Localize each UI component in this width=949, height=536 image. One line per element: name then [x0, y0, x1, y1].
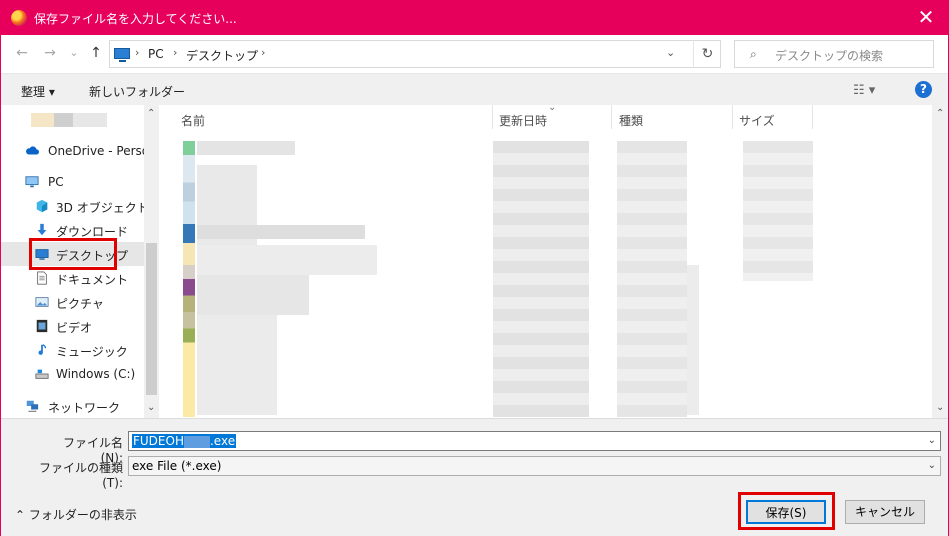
blurred-file-name	[197, 315, 277, 415]
scroll-up-icon[interactable]: ⌃	[147, 108, 155, 119]
cube-icon	[36, 199, 48, 213]
hide-folders-label: フォルダーの非表示	[28, 508, 137, 522]
column-header-modified[interactable]: 更新日時	[499, 112, 547, 129]
blurred-file-types	[687, 265, 699, 415]
drive-icon	[35, 369, 49, 379]
address-dropdown-icon[interactable]: ⌄	[666, 46, 675, 59]
blurred-item	[31, 113, 107, 127]
view-options-icon[interactable]: ☷ ▾	[853, 83, 875, 98]
sidebar-item-3d-objects[interactable]: 3D オブジェクト	[1, 194, 149, 218]
address-bar[interactable]: › PC › デスクトップ › ⌄ ↻	[109, 40, 721, 68]
chevron-down-icon: ⌄	[927, 460, 936, 471]
document-icon	[37, 271, 47, 285]
title-bar: 保存ファイル名を入力してください... ✕	[1, 1, 948, 35]
column-separator	[492, 105, 493, 129]
download-icon	[37, 223, 47, 236]
chevron-right-icon: ›	[135, 46, 140, 59]
column-header-name[interactable]: 名前	[181, 112, 205, 129]
firefox-icon	[11, 10, 27, 26]
breadcrumb-desktop[interactable]: デスクトップ	[186, 47, 258, 64]
blurred-file-icons	[183, 141, 195, 417]
filetype-value: exe File (*.exe)	[132, 459, 222, 473]
blurred-file-name	[197, 245, 377, 275]
scrollbar-thumb[interactable]	[146, 243, 157, 395]
up-folder-button[interactable]: ↑	[87, 44, 105, 62]
search-icon: ⌕	[750, 47, 757, 61]
column-header-type[interactable]: 種類	[619, 112, 643, 129]
filename-value: FUDEOH .exe	[132, 434, 237, 448]
scroll-down-icon[interactable]: ⌄	[147, 402, 155, 413]
organize-button[interactable]: 整理 ▾	[21, 83, 55, 100]
new-folder-button[interactable]: 新しいフォルダー	[89, 83, 185, 100]
sidebar-item-music[interactable]: ミュージック	[1, 338, 144, 362]
save-dialog: 保存ファイル名を入力してください... ✕ ← → ⌄ ↑ › PC › デスク…	[0, 0, 949, 536]
picture-icon	[35, 297, 49, 307]
blurred-file-name	[197, 275, 309, 315]
file-list: 名前 更新日時 ⌄ 種類 サイズ ⌃ ⌄	[159, 105, 948, 418]
sort-indicator-icon: ⌄	[548, 105, 557, 113]
sidebar-item-label: Windows (C:)	[56, 367, 136, 381]
close-button[interactable]: ✕	[914, 6, 938, 30]
recent-locations-button[interactable]: ⌄	[65, 44, 83, 62]
column-header-size[interactable]: サイズ	[739, 112, 775, 129]
blurred-file-sizes	[743, 141, 813, 281]
chevron-up-icon: ⌃	[15, 508, 26, 522]
window-title: 保存ファイル名を入力してください...	[34, 12, 237, 26]
hide-folders-toggle[interactable]: ⌃ フォルダーの非表示	[15, 506, 137, 523]
network-icon	[26, 400, 39, 412]
sidebar-item-label: 3D オブジェクト	[56, 201, 149, 215]
sidebar-item-label: OneDrive - Persor	[48, 144, 155, 158]
filename-base: FUDEOH	[133, 434, 184, 448]
column-separator	[611, 105, 612, 129]
file-list-scrollbar[interactable]: ⌃ ⌄	[932, 105, 948, 418]
navigation-scrollbar[interactable]: ⌃ ⌄	[144, 105, 159, 418]
sidebar-item-pc[interactable]: PC	[1, 170, 144, 194]
sidebar-item-onedrive[interactable]: OneDrive - Persor	[1, 139, 154, 163]
column-separator	[732, 105, 733, 129]
sidebar-item-label: PC	[48, 175, 64, 189]
filename-ext: .exe	[209, 434, 236, 448]
sidebar-item-label: ミュージック	[56, 345, 128, 359]
sidebar-item-videos[interactable]: ビデオ	[1, 314, 144, 338]
chevron-right-icon: ›	[261, 46, 266, 59]
music-icon	[38, 344, 47, 355]
breadcrumb-pc[interactable]: PC	[148, 47, 164, 61]
scroll-down-icon[interactable]: ⌄	[936, 402, 944, 413]
desktop-icon	[114, 48, 130, 62]
save-highlight-box	[738, 492, 835, 530]
search-placeholder: デスクトップの検索	[775, 49, 884, 63]
blurred-file-name	[197, 141, 295, 155]
sidebar-item-label: ビデオ	[56, 321, 93, 335]
blurred-file-types	[617, 141, 687, 417]
sidebar-item-label: ドキュメント	[56, 273, 129, 287]
blurred-modified-dates	[493, 141, 589, 417]
video-icon	[36, 319, 48, 333]
cloud-icon	[26, 146, 39, 155]
sidebar-item-pictures[interactable]: ピクチャ	[1, 290, 144, 314]
address-row: ← → ⌄ ↑ › PC › デスクトップ › ⌄ ↻ ⌕ デスクトップの検索	[1, 35, 948, 73]
sidebar-item-label: ピクチャ	[56, 297, 104, 311]
filetype-select[interactable]: exe File (*.exe) ⌄	[128, 456, 941, 476]
redacted-text	[183, 435, 210, 448]
back-button[interactable]: ←	[13, 44, 31, 62]
blurred-file-name	[197, 225, 365, 239]
desktop-highlight-box	[29, 238, 117, 270]
chevron-right-icon: ›	[173, 46, 178, 59]
forward-button[interactable]: →	[41, 44, 59, 62]
filename-field[interactable]: FUDEOH .exe ⌄	[128, 431, 941, 451]
scroll-up-icon[interactable]: ⌃	[936, 108, 944, 119]
column-separator	[812, 105, 813, 129]
sidebar-item-windows-c[interactable]: Windows (C:)	[1, 362, 144, 386]
command-bar: 整理 ▾ 新しいフォルダー ☷ ▾ ?	[1, 73, 948, 105]
help-icon[interactable]: ?	[915, 81, 932, 98]
sidebar-item-network[interactable]: ネットワーク	[1, 394, 144, 418]
filetype-label: ファイルの種類(T):	[38, 461, 123, 490]
chevron-down-icon[interactable]: ⌄	[928, 435, 936, 446]
refresh-button[interactable]: ↻	[693, 40, 721, 68]
sidebar-item-label: ネットワーク	[48, 401, 121, 415]
search-box[interactable]: ⌕ デスクトップの検索	[734, 40, 934, 68]
computer-icon	[25, 176, 39, 188]
cancel-button[interactable]: キャンセル	[845, 500, 925, 524]
